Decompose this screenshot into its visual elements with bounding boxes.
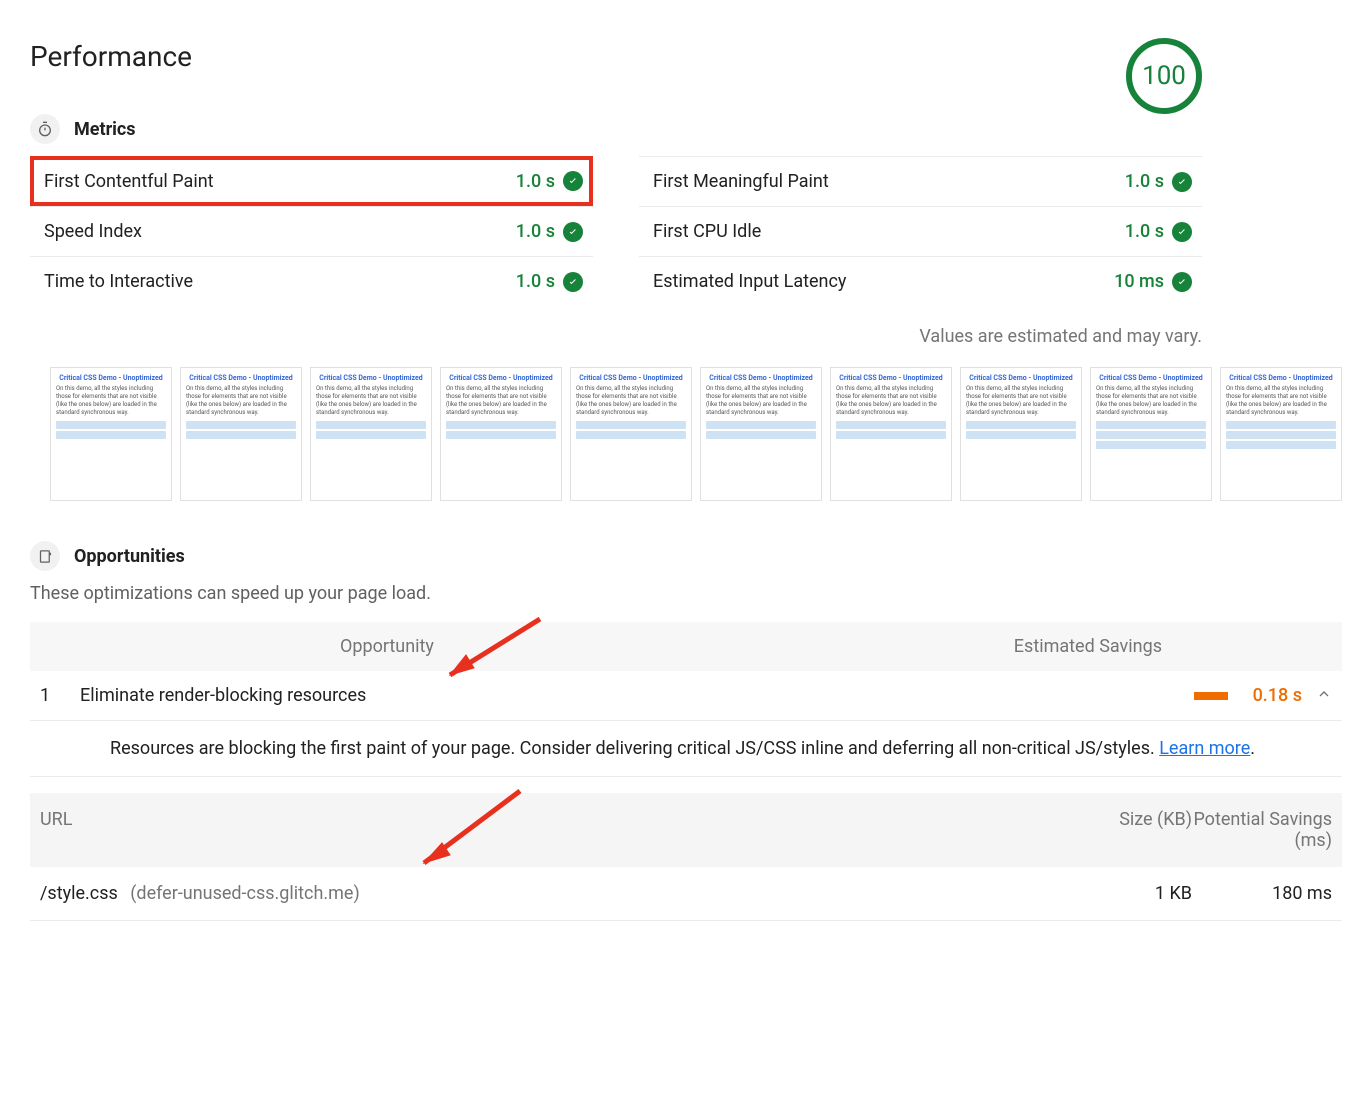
metric-item[interactable]: First Contentful Paint 1.0 s — [30, 156, 593, 206]
metrics-section-header: Metrics — [30, 114, 1342, 144]
resource-table-header: URL Size (KB) Potential Savings (ms) — [30, 793, 1342, 867]
filmstrip-frame: Critical CSS Demo - Unoptimized On this … — [50, 367, 172, 501]
opportunity-index: 1 — [40, 685, 80, 706]
filmstrip: Critical CSS Demo - Unoptimized On this … — [50, 367, 1342, 501]
metrics-grid: First Contentful Paint 1.0 s First Meani… — [30, 156, 1202, 306]
metric-label: First Meaningful Paint — [653, 171, 829, 192]
filmstrip-frame: Critical CSS Demo - Unoptimized On this … — [310, 367, 432, 501]
metric-value: 1.0 s — [516, 221, 555, 242]
metric-value: 1.0 s — [516, 171, 555, 192]
metric-item[interactable]: First Meaningful Paint 1.0 s — [639, 156, 1202, 206]
savings-bar — [1194, 692, 1228, 700]
opportunity-column-header: Opportunity — [340, 636, 434, 657]
resource-size: 1 KB — [1072, 883, 1192, 904]
metric-value: 1.0 s — [1125, 221, 1164, 242]
filmstrip-frame: Critical CSS Demo - Unoptimized On this … — [830, 367, 952, 501]
filmstrip-frame: Critical CSS Demo - Unoptimized On this … — [1090, 367, 1212, 501]
opportunities-section-header: Opportunities — [30, 541, 1342, 571]
filmstrip-frame: Critical CSS Demo - Unoptimized On this … — [1220, 367, 1342, 501]
opportunity-detail: Resources are blocking the first paint o… — [30, 721, 1342, 777]
resource-row: /style.css (defer-unused-css.glitch.me) … — [30, 867, 1342, 921]
potential-savings-column-header: Potential Savings (ms) — [1192, 809, 1332, 851]
opportunity-table-header: Opportunity Estimated Savings — [30, 622, 1342, 671]
metric-label: Estimated Input Latency — [653, 271, 846, 292]
performance-score-gauge: 100 — [1126, 38, 1202, 114]
opportunity-title: Eliminate render-blocking resources — [80, 685, 366, 706]
metric-item[interactable]: Speed Index 1.0 s — [30, 206, 593, 256]
opportunity-row[interactable]: 1 Eliminate render-blocking resources 0.… — [30, 671, 1342, 721]
metric-value: 1.0 s — [516, 271, 555, 292]
resource-path: /style.css — [40, 883, 118, 904]
sparkle-document-icon — [30, 541, 60, 571]
metric-item[interactable]: Time to Interactive 1.0 s — [30, 256, 593, 306]
url-column-header: URL — [40, 809, 1072, 851]
filmstrip-frame: Critical CSS Demo - Unoptimized On this … — [570, 367, 692, 501]
metric-label: Speed Index — [44, 221, 142, 242]
opportunities-description: These optimizations can speed up your pa… — [30, 583, 1342, 604]
opportunity-savings-value: 0.18 s — [1242, 685, 1302, 706]
metric-item[interactable]: Estimated Input Latency 10 ms — [639, 256, 1202, 306]
filmstrip-frame: Critical CSS Demo - Unoptimized On this … — [960, 367, 1082, 501]
learn-more-link[interactable]: Learn more — [1159, 738, 1250, 759]
check-circle-icon — [1172, 172, 1192, 192]
check-circle-icon — [563, 171, 583, 191]
check-circle-icon — [563, 272, 583, 292]
chevron-up-icon[interactable] — [1316, 686, 1332, 706]
metric-value: 10 ms — [1114, 271, 1164, 292]
stopwatch-icon — [30, 114, 60, 144]
filmstrip-frame: Critical CSS Demo - Unoptimized On this … — [180, 367, 302, 501]
resource-domain: (defer-unused-css.glitch.me) — [130, 883, 359, 904]
metric-label: First Contentful Paint — [44, 171, 214, 192]
metric-value: 1.0 s — [1125, 171, 1164, 192]
opportunities-title: Opportunities — [74, 546, 185, 567]
check-circle-icon — [1172, 222, 1192, 242]
check-circle-icon — [1172, 272, 1192, 292]
check-circle-icon — [563, 222, 583, 242]
page-title: Performance — [30, 40, 192, 73]
metric-item[interactable]: First CPU Idle 1.0 s — [639, 206, 1202, 256]
metrics-title: Metrics — [74, 119, 136, 140]
savings-column-header: Estimated Savings — [1014, 636, 1162, 657]
metric-label: Time to Interactive — [44, 271, 193, 292]
size-column-header: Size (KB) — [1072, 809, 1192, 851]
opportunity-detail-text: Resources are blocking the first paint o… — [110, 738, 1159, 759]
filmstrip-frame: Critical CSS Demo - Unoptimized On this … — [700, 367, 822, 501]
metric-label: First CPU Idle — [653, 221, 761, 242]
resource-savings: 180 ms — [1192, 883, 1332, 904]
metrics-footnote: Values are estimated and may vary. — [30, 326, 1202, 347]
filmstrip-frame: Critical CSS Demo - Unoptimized On this … — [440, 367, 562, 501]
